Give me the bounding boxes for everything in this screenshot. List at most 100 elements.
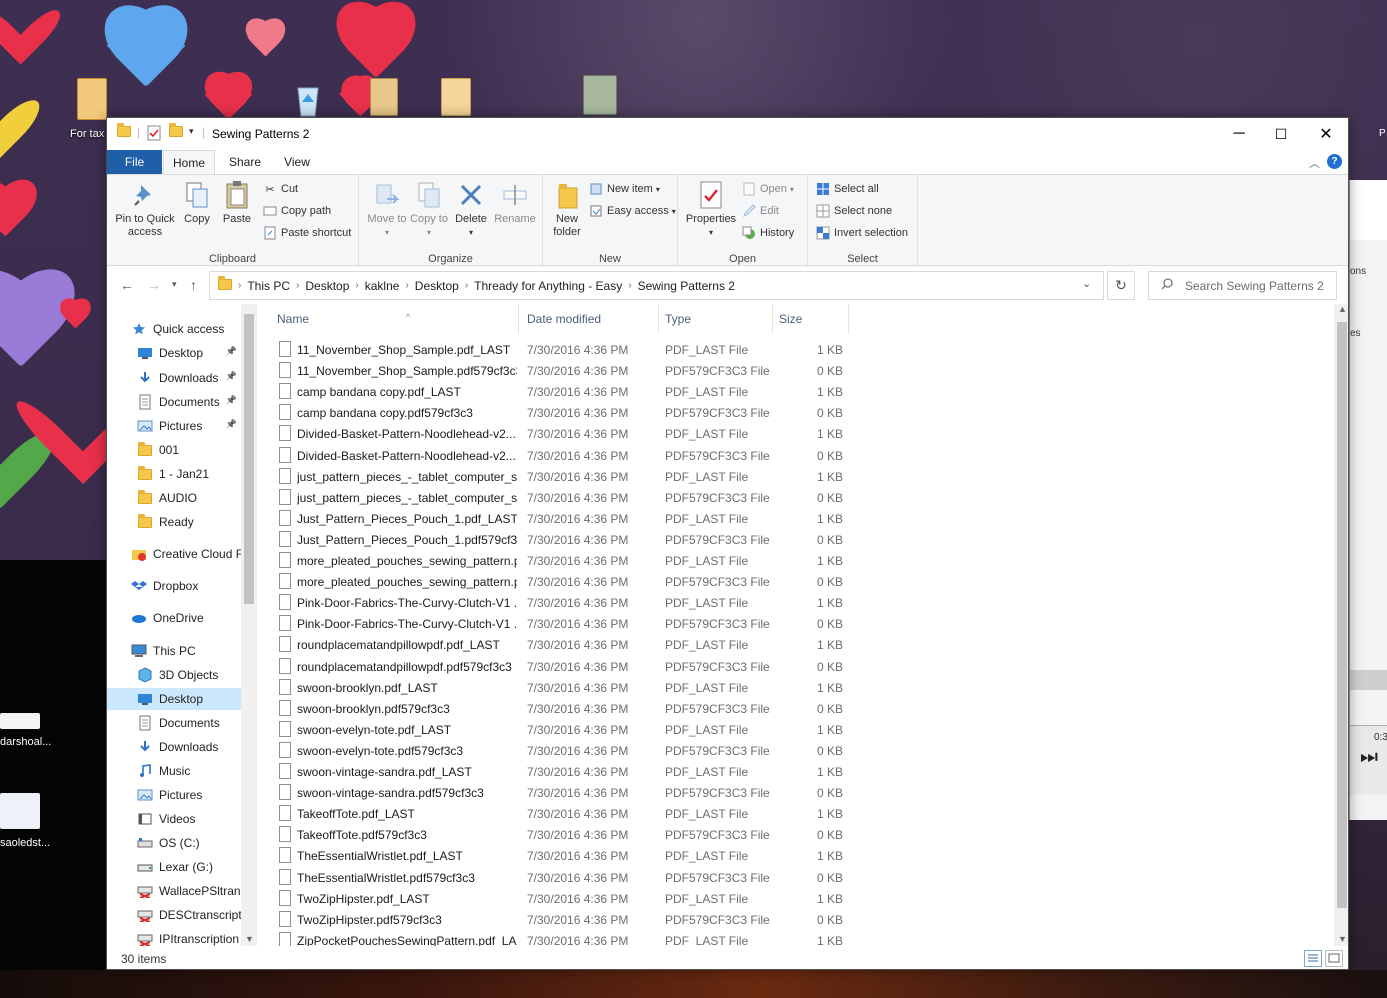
paste-button[interactable]: Paste — [219, 179, 255, 226]
file-row[interactable]: swoon-vintage-sandra.pdf579cf3c3 7/30/201… — [275, 782, 855, 803]
close-button[interactable]: ✕ — [1303, 118, 1348, 150]
file-row[interactable]: Just_Pattern_Pieces_Pouch_1.pdf579cf3c3 7… — [275, 529, 855, 550]
file-row[interactable]: TakeoffTote.pdf_LAST 7/30/2016 4:36 PM PDF… — [275, 803, 855, 824]
new-folder-button[interactable]: New folder — [547, 179, 587, 239]
nav-item-videos[interactable]: Videos — [107, 808, 241, 830]
file-row[interactable]: camp bandana copy.pdf_LAST 7/30/2016 4:36… — [275, 381, 855, 402]
nav-item-downloads[interactable]: Downloads — [107, 736, 241, 758]
search-input[interactable]: Search Sewing Patterns 2 — [1148, 271, 1337, 300]
nav-item-desktop[interactable]: Desktop 📌 — [107, 342, 241, 364]
copy-to-button[interactable]: Copy to ▾ — [409, 179, 449, 239]
scroll-down-icon[interactable]: ▼ — [245, 934, 254, 944]
file-row[interactable]: roundplacematandpillowpdf.pdf579cf3c3 7/3… — [275, 656, 855, 677]
large-icons-view-button[interactable] — [1325, 950, 1343, 967]
pdf-folder-icon[interactable] — [77, 78, 107, 120]
file-row[interactable]: camp bandana copy.pdf579cf3c3 7/30/2016 4… — [275, 402, 855, 423]
file-row[interactable]: TwoZipHipster.pdf_LAST 7/30/2016 4:36 PM P… — [275, 888, 855, 909]
file-row[interactable]: swoon-brooklyn.pdf579cf3c3 7/30/2016 4:36… — [275, 698, 855, 719]
nav-item-wallacepsltransc[interactable]: WallacePSltransc — [107, 880, 241, 902]
copy-button[interactable]: Copy — [179, 179, 215, 226]
file-explorer-window[interactable]: | ▾ | Sewing Patterns 2 ─ ☐ ✕ File Home … — [106, 117, 1349, 970]
new-item-button[interactable]: New item ▾ — [589, 182, 660, 196]
file-row[interactable]: TwoZipHipster.pdf579cf3c3 7/30/2016 4:36 … — [275, 909, 855, 930]
column-header-type[interactable]: Type — [659, 304, 773, 334]
recycle-bin-icon[interactable] — [292, 78, 324, 118]
nav-item-3d-objects[interactable]: 3D Objects — [107, 664, 241, 686]
breadcrumb-this-pc[interactable]: This PC — [247, 279, 290, 293]
navigation-scrollbar[interactable]: ▼ — [241, 304, 257, 946]
nav-item-desktop[interactable]: Desktop — [107, 688, 241, 710]
document-thumbnail-icon[interactable] — [0, 793, 40, 829]
photo-folder-icon[interactable] — [370, 78, 398, 116]
file-row[interactable]: ZipPocketPouchesSewingPattern.pdf_LAST 7/… — [275, 930, 855, 946]
nav-item-lexar-g[interactable]: Lexar (G:) — [107, 856, 241, 878]
nav-item-documents[interactable]: Documents 📌 — [107, 391, 241, 413]
move-to-button[interactable]: Move to ▾ — [367, 179, 407, 239]
title-bar[interactable]: | ▾ | Sewing Patterns 2 ─ ☐ ✕ — [107, 118, 1348, 150]
file-row[interactable]: just_pattern_pieces_-_tablet_computer_sl… — [275, 466, 855, 487]
nav-item-ipitranscription[interactable]: IPItranscription ( — [107, 928, 241, 946]
new-folder-icon[interactable] — [169, 123, 183, 142]
breadcrumb-desktop-2[interactable]: Desktop — [415, 279, 459, 293]
file-row[interactable]: just_pattern_pieces_-_tablet_computer_sl… — [275, 487, 855, 508]
recent-locations-chevron-icon[interactable]: ▾ — [172, 279, 177, 290]
file-row[interactable]: swoon-evelyn-tote.pdf_LAST 7/30/2016 4:36… — [275, 719, 855, 740]
breadcrumb-current[interactable]: Sewing Patterns 2 — [638, 279, 735, 293]
details-view-button[interactable] — [1304, 950, 1322, 967]
tab-share[interactable]: Share — [223, 150, 267, 174]
select-none-button[interactable]: Select none — [816, 204, 892, 218]
column-header-name[interactable]: Name ^ — [271, 304, 519, 334]
delete-button[interactable]: Delete ▾ — [451, 179, 491, 239]
rename-button[interactable]: Rename — [493, 179, 537, 226]
minimize-button[interactable]: ─ — [1216, 118, 1262, 150]
help-button[interactable]: ? — [1327, 154, 1342, 169]
qat-dropdown-icon[interactable]: ▾ — [189, 126, 194, 142]
nav-item-this-pc[interactable]: This PC — [107, 640, 241, 662]
nav-item-audio[interactable]: AUDIO — [107, 487, 241, 509]
desktop-icon-label[interactable]: saoledst... — [0, 837, 50, 849]
document-thumbnail-icon[interactable] — [0, 713, 40, 729]
file-row[interactable]: Divided-Basket-Pattern-Noodlehead-v2....… — [275, 423, 855, 444]
tab-view[interactable]: View — [277, 150, 317, 174]
nav-item-dropbox[interactable]: Dropbox — [107, 575, 241, 597]
scroll-up-icon[interactable]: ▲ — [1338, 304, 1347, 314]
open-button[interactable]: Open ▾ — [742, 182, 794, 196]
nav-item-documents[interactable]: Documents — [107, 712, 241, 734]
desktop-icon-label[interactable]: darshoal... — [0, 736, 51, 748]
chevron-up-icon[interactable]: ︿ — [1309, 155, 1320, 171]
edit-button[interactable]: Edit — [742, 204, 779, 218]
desktop-icon-label[interactable]: For tax — [70, 128, 104, 140]
breadcrumb-thready[interactable]: Thready for Anything - Easy — [474, 279, 622, 293]
file-row[interactable]: Pink-Door-Fabrics-The-Curvy-Clutch-V1 ..… — [275, 613, 855, 634]
maximize-button[interactable]: ☐ — [1258, 118, 1304, 150]
copy-path-button[interactable]: Copy path — [263, 204, 331, 218]
column-header-size[interactable]: Size — [773, 304, 849, 334]
nav-item-onedrive[interactable]: OneDrive — [107, 607, 241, 629]
file-row[interactable]: TheEssentialWristlet.pdf579cf3c3 7/30/201… — [275, 867, 855, 888]
nav-item-desctranscriptio[interactable]: DESCtranscriptio — [107, 904, 241, 926]
file-row[interactable]: 11_November_Shop_Sample.pdf_LAST 7/30/201… — [275, 339, 855, 360]
address-history-chevron-icon[interactable]: ⌄ — [1082, 277, 1091, 290]
file-row[interactable]: Pink-Door-Fabrics-The-Curvy-Clutch-V1 ..… — [275, 592, 855, 613]
forward-arrow-icon[interactable]: → — [147, 277, 161, 293]
file-list-scrollbar[interactable]: ▲ ▼ — [1334, 304, 1348, 946]
cut-button[interactable]: ✂ Cut — [263, 182, 298, 196]
nav-item-os-c[interactable]: OS (C:) — [107, 832, 241, 854]
history-button[interactable]: History — [742, 226, 794, 240]
file-row[interactable]: Divided-Basket-Pattern-Noodlehead-v2....… — [275, 445, 855, 466]
tab-file[interactable]: File — [107, 150, 162, 174]
refresh-button[interactable]: ↻ — [1107, 271, 1135, 300]
scrollbar-thumb[interactable] — [244, 314, 254, 604]
nav-item-music[interactable]: Music — [107, 760, 241, 782]
easy-access-button[interactable]: Easy access ▾ — [589, 204, 676, 218]
file-row[interactable]: 11_November_Shop_Sample.pdf579cf3c3 7/30/… — [275, 360, 855, 381]
invert-selection-button[interactable]: Invert selection — [816, 226, 908, 240]
back-arrow-icon[interactable]: ← — [120, 277, 134, 293]
select-all-button[interactable]: Select all — [816, 182, 879, 196]
file-row[interactable]: swoon-brooklyn.pdf_LAST 7/30/2016 4:36 PM… — [275, 677, 855, 698]
nav-item-pictures[interactable]: Pictures — [107, 784, 241, 806]
tab-home[interactable]: Home — [163, 150, 215, 175]
file-row[interactable]: swoon-evelyn-tote.pdf579cf3c3 7/30/2016 4… — [275, 740, 855, 761]
properties-button[interactable]: Properties ▾ — [684, 179, 738, 239]
nav-item-quick-access[interactable]: Quick access — [107, 318, 241, 340]
